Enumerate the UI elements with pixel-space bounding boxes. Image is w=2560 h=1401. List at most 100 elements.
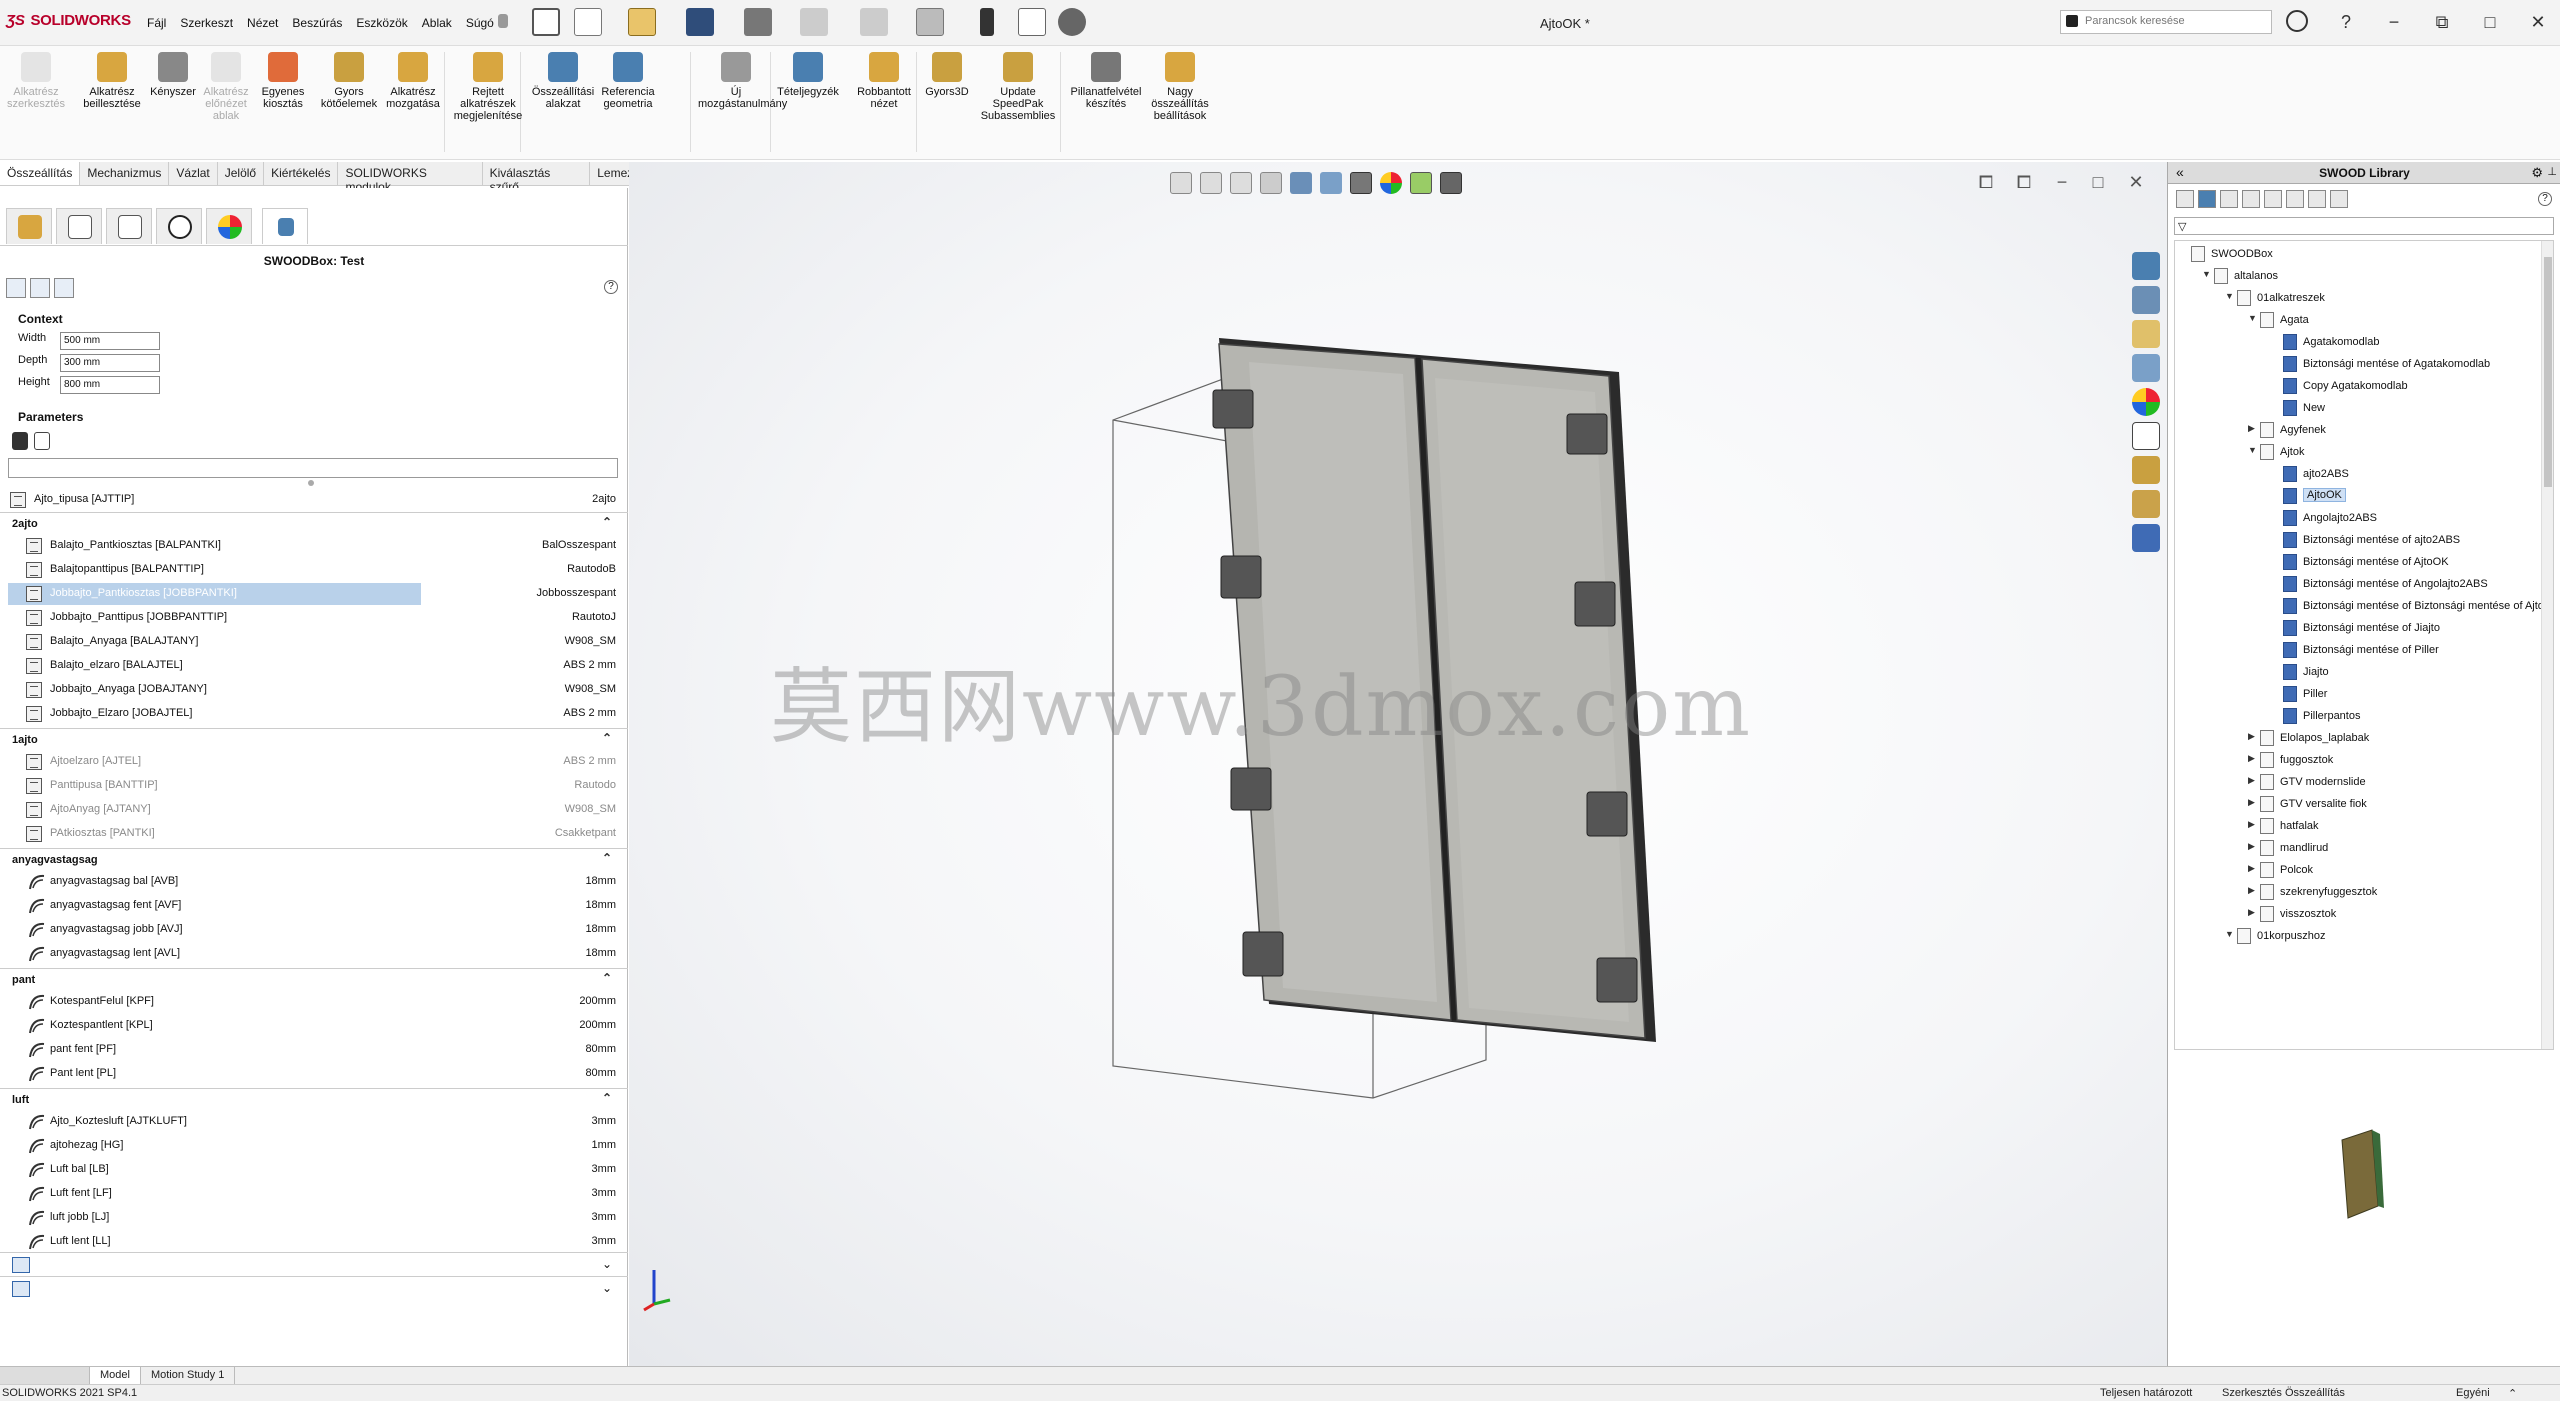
menu-item[interactable]: Ablak: [415, 16, 459, 30]
view-palette-icon[interactable]: [2132, 354, 2160, 382]
parameter-row[interactable]: AjtoAnyag [AJTANY] W908_SM: [0, 798, 628, 822]
units-selector[interactable]: Egyéni: [2456, 1387, 2490, 1399]
parameter-group-header[interactable]: luft ⌃: [0, 1088, 628, 1110]
parameter-row[interactable]: anyagvastagsag bal [AVB] 18mm: [0, 870, 628, 894]
library-tool-3-icon[interactable]: [2220, 190, 2238, 208]
parameter-value[interactable]: 2ajto: [592, 493, 616, 505]
tab-property-manager[interactable]: [56, 208, 102, 244]
home-icon[interactable]: [532, 8, 560, 36]
parameter-value[interactable]: Jobbosszespant: [537, 587, 617, 599]
viewport-maximize-button[interactable]: □: [2088, 172, 2108, 192]
export-icon[interactable]: [6, 278, 26, 298]
parameter-value[interactable]: 3mm: [592, 1163, 616, 1175]
parameter-value[interactable]: RautodoB: [567, 563, 616, 575]
library-tool-8-icon[interactable]: [2330, 190, 2348, 208]
parameter-row[interactable]: ajtohezag [HG] 1mm: [0, 1134, 628, 1158]
collapse-chevron-icon[interactable]: ⌃: [602, 971, 612, 985]
parameter-value[interactable]: 3mm: [592, 1115, 616, 1127]
command-button[interactable]: Referencia geometria: [600, 52, 656, 110]
parameter-value[interactable]: 18mm: [585, 923, 616, 935]
traffic-light-icon[interactable]: [12, 432, 28, 450]
parameter-row[interactable]: anyagvastagsag lent [AVL] 18mm: [0, 942, 628, 966]
expand-chevron-icon[interactable]: ⌄: [602, 1257, 612, 1271]
tree-twisty-icon[interactable]: ▶: [2248, 863, 2258, 874]
field-input[interactable]: 800 mm: [60, 376, 160, 394]
zoom-to-area-icon[interactable]: [1200, 172, 1222, 194]
tree-twisty-icon[interactable]: ▶: [2248, 775, 2258, 786]
collapse-chevron-icon[interactable]: ⌃: [602, 851, 612, 865]
splitter-handle[interactable]: [308, 480, 314, 486]
save-icon[interactable]: [686, 8, 714, 36]
solidworks-logo[interactable]: ƷS SOLIDWORKS: [6, 12, 131, 29]
swoodbox-icon[interactable]: [54, 278, 74, 298]
parameter-value[interactable]: 200mm: [579, 1019, 616, 1031]
tree-twisty-icon[interactable]: ▶: [2248, 423, 2258, 434]
parameter-value[interactable]: 18mm: [585, 947, 616, 959]
parameter-row-top[interactable]: Ajto_tipusa [AJTTIP] 2ajto: [0, 488, 628, 512]
command-search-input[interactable]: Parancsok keresése: [2060, 10, 2272, 34]
library-filter-input[interactable]: ▽: [2174, 217, 2554, 235]
parameter-value[interactable]: 18mm: [585, 899, 616, 911]
parameter-value[interactable]: 3mm: [592, 1235, 616, 1247]
maximize-button[interactable]: □: [2478, 10, 2502, 34]
parameter-row[interactable]: Balajto_elzaro [BALAJTEL] ABS 2 mm: [0, 654, 628, 678]
parameter-row[interactable]: Balajto_Pantkiosztas [BALPANTKI] BalOssze…: [0, 534, 628, 558]
tab-command-manager[interactable]: Összeállítás: [0, 162, 81, 185]
tab-configuration-manager[interactable]: [106, 208, 152, 244]
tab-command-manager[interactable]: SOLIDWORKS modulok: [338, 162, 483, 194]
footer-row-1[interactable]: ⌄: [0, 1252, 628, 1276]
parameter-value[interactable]: W908_SM: [565, 683, 616, 695]
parameter-value[interactable]: W908_SM: [565, 803, 616, 815]
tree-twisty-icon[interactable]: ▶: [2248, 731, 2258, 742]
library-help-icon[interactable]: ?: [2538, 192, 2552, 206]
units-chevron-icon[interactable]: ⌃: [2508, 1387, 2517, 1400]
swood-cam-icon[interactable]: [2132, 490, 2160, 518]
view-settings-icon[interactable]: [1440, 172, 1462, 194]
menu-item[interactable]: Súgó: [459, 16, 501, 30]
parameter-row[interactable]: Jobbajto_Anyaga [JOBAJTANY] W908_SM: [0, 678, 628, 702]
parameter-value[interactable]: RautotoJ: [572, 611, 616, 623]
tree-twisty-icon[interactable]: ▶: [2248, 907, 2258, 918]
parameter-row[interactable]: Ajto_Koztesluft [AJTKLUFT] 3mm: [0, 1110, 628, 1134]
parameter-row[interactable]: Ajtoelzaro [AJTEL] ABS 2 mm: [0, 750, 628, 774]
parameter-row[interactable]: PAtkiosztas [PANTKI] Csakketpant: [0, 822, 628, 846]
graphics-area[interactable]: 莫西网www.3dmox.com: [629, 162, 2167, 1366]
file-properties-icon[interactable]: [1018, 8, 1046, 36]
apply-scene-icon[interactable]: [1410, 172, 1432, 194]
command-button[interactable]: Egyenes kiosztás: [250, 52, 316, 110]
command-button[interactable]: Pillanatfelvétel készítés: [1066, 52, 1146, 110]
select-arrow-icon[interactable]: [916, 8, 944, 36]
print-icon[interactable]: [744, 8, 772, 36]
view-orientation-icon[interactable]: [1290, 172, 1312, 194]
menu-item[interactable]: Szerkeszt: [173, 16, 240, 30]
parameter-value[interactable]: 200mm: [579, 995, 616, 1007]
help-icon[interactable]: ?: [2334, 10, 2358, 34]
zoom-to-fit-icon[interactable]: [1170, 172, 1192, 194]
tree-scrollbar[interactable]: [2541, 241, 2553, 1049]
tree-twisty-icon[interactable]: ▶: [2248, 819, 2258, 830]
parameter-group-header[interactable]: pant ⌃: [0, 968, 628, 990]
viewport-restore-icon[interactable]: ⧠: [1976, 172, 1996, 192]
parameter-row[interactable]: Balajtopanttipus [BALPANTTIP] RautodoB: [0, 558, 628, 582]
parameter-row[interactable]: pant fent [PF] 80mm: [0, 1038, 628, 1062]
field-input[interactable]: 300 mm: [60, 354, 160, 372]
settings-icon[interactable]: [30, 278, 50, 298]
scrollbar-thumb[interactable]: [2544, 257, 2552, 487]
parameter-row[interactable]: KotespantFelul [KPF] 200mm: [0, 990, 628, 1014]
parameter-value[interactable]: 18mm: [585, 875, 616, 887]
parameter-value[interactable]: W908_SM: [565, 635, 616, 647]
library-tool-6-icon[interactable]: [2286, 190, 2304, 208]
edit-appearance-icon[interactable]: [1380, 172, 1402, 194]
parameter-value[interactable]: Rautodo: [574, 779, 616, 791]
tree-twisty-icon[interactable]: ▼: [2248, 445, 2258, 455]
parameter-row[interactable]: Luft lent [LL] 3mm: [0, 1230, 628, 1254]
bottom-tab[interactable]: Motion Study 1: [141, 1367, 236, 1384]
tab-command-manager[interactable]: Kiértékelés: [264, 162, 339, 185]
parameter-group-header[interactable]: 2ajto ⌃: [0, 512, 628, 534]
hide-show-items-icon[interactable]: [1350, 172, 1372, 194]
parameter-row[interactable]: Jobbajto_Panttipus [JOBBPANTTIP] RautotoJ: [0, 606, 628, 630]
user-account-icon[interactable]: [2286, 10, 2308, 32]
parameter-group-header[interactable]: 1ajto ⌃: [0, 728, 628, 750]
parameter-row[interactable]: Panttipusa [BANTTIP] Rautodo: [0, 774, 628, 798]
parameter-row[interactable]: Pant lent [PL] 80mm: [0, 1062, 628, 1086]
